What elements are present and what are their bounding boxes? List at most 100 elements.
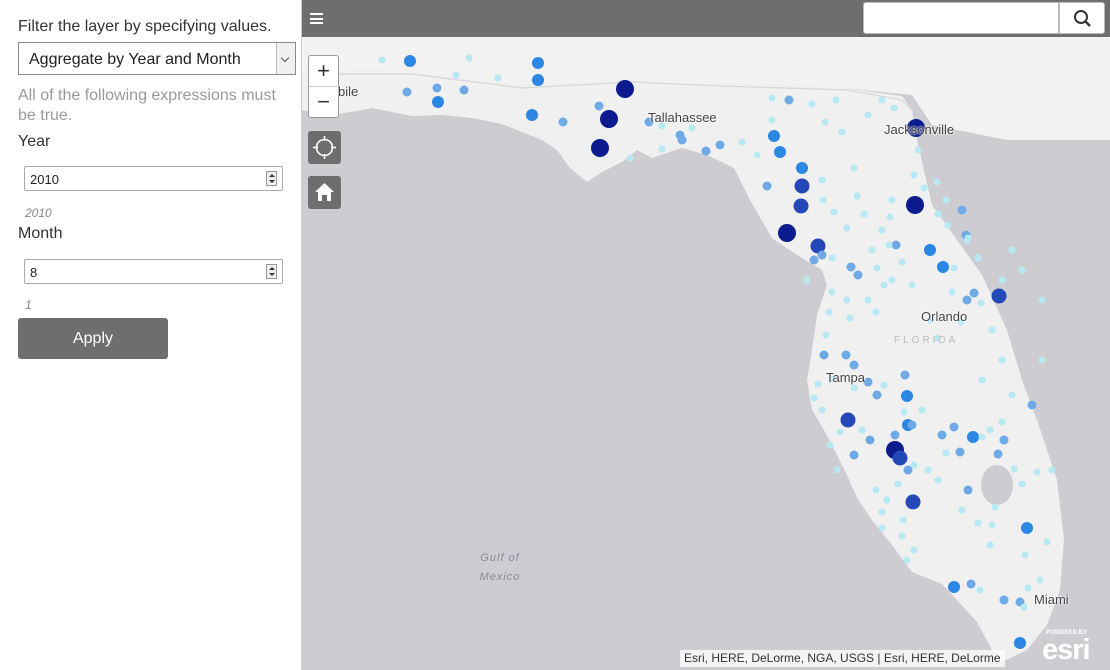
observation-point[interactable] xyxy=(850,164,858,172)
observation-point[interactable] xyxy=(796,162,808,174)
observation-point[interactable] xyxy=(830,208,838,216)
observation-point[interactable] xyxy=(1038,356,1046,364)
observation-point[interactable] xyxy=(658,145,666,153)
observation-point[interactable] xyxy=(701,146,711,156)
observation-point[interactable] xyxy=(402,87,412,97)
observation-point[interactable] xyxy=(978,433,986,441)
observation-point[interactable] xyxy=(942,196,950,204)
search-input[interactable] xyxy=(863,2,1059,34)
observation-point[interactable] xyxy=(821,118,829,126)
observation-point[interactable] xyxy=(1021,551,1029,559)
observation-point[interactable] xyxy=(948,581,960,593)
observation-point[interactable] xyxy=(900,370,910,380)
observation-point[interactable] xyxy=(858,426,866,434)
observation-point[interactable] xyxy=(846,262,856,272)
observation-point[interactable] xyxy=(878,508,886,516)
observation-point[interactable] xyxy=(977,299,985,307)
observation-point[interactable] xyxy=(924,466,932,474)
observation-point[interactable] xyxy=(920,184,928,192)
observation-point[interactable] xyxy=(898,258,906,266)
observation-point[interactable] xyxy=(1010,465,1018,473)
observation-point[interactable] xyxy=(828,288,836,296)
observation-point[interactable] xyxy=(957,205,967,215)
observation-point[interactable] xyxy=(840,412,856,428)
observation-point[interactable] xyxy=(978,376,986,384)
observation-point[interactable] xyxy=(976,586,984,594)
observation-point[interactable] xyxy=(991,503,999,511)
observation-point[interactable] xyxy=(808,100,816,108)
observation-point[interactable] xyxy=(892,450,908,466)
month-spinner[interactable] xyxy=(266,264,277,279)
observation-point[interactable] xyxy=(626,154,634,162)
observation-point[interactable] xyxy=(833,466,841,474)
observation-point[interactable] xyxy=(993,449,1003,459)
apply-button[interactable]: Apply xyxy=(18,318,168,359)
year-input[interactable]: 2010 xyxy=(24,166,283,191)
observation-point[interactable] xyxy=(860,210,868,218)
observation-point[interactable] xyxy=(998,418,1006,426)
observation-point[interactable] xyxy=(768,130,780,142)
observation-point[interactable] xyxy=(532,57,544,69)
observation-point[interactable] xyxy=(878,226,886,234)
home-button[interactable] xyxy=(308,176,341,209)
observation-point[interactable] xyxy=(910,461,918,469)
observation-point[interactable] xyxy=(825,308,833,316)
observation-point[interactable] xyxy=(494,74,502,82)
observation-point[interactable] xyxy=(918,406,926,414)
observation-point[interactable] xyxy=(1008,246,1016,254)
search-button[interactable] xyxy=(1059,2,1105,34)
observation-point[interactable] xyxy=(934,476,942,484)
observation-point[interactable] xyxy=(817,250,827,260)
observation-point[interactable] xyxy=(677,135,687,145)
observation-point[interactable] xyxy=(828,254,836,262)
observation-point[interactable] xyxy=(810,394,818,402)
observation-point[interactable] xyxy=(841,350,851,360)
observation-point[interactable] xyxy=(878,524,886,532)
observation-point[interactable] xyxy=(885,241,893,249)
observation-point[interactable] xyxy=(594,101,604,111)
observation-point[interactable] xyxy=(934,210,942,218)
observation-point[interactable] xyxy=(999,435,1009,445)
observation-point[interactable] xyxy=(768,94,776,102)
observation-point[interactable] xyxy=(784,95,794,105)
map-view[interactable]: + − bile Tallahassee Jacksonville Orland… xyxy=(302,0,1110,670)
observation-point[interactable] xyxy=(949,422,959,432)
observation-point[interactable] xyxy=(558,117,568,127)
observation-point[interactable] xyxy=(888,276,896,284)
observation-point[interactable] xyxy=(1018,480,1026,488)
observation-point[interactable] xyxy=(955,447,965,457)
observation-point[interactable] xyxy=(819,350,829,360)
observation-point[interactable] xyxy=(910,171,918,179)
observation-point[interactable] xyxy=(967,431,979,443)
observation-point[interactable] xyxy=(872,308,880,316)
observation-point[interactable] xyxy=(843,224,851,232)
observation-point[interactable] xyxy=(894,480,902,488)
observation-point[interactable] xyxy=(998,356,1006,364)
locate-button[interactable] xyxy=(308,131,341,164)
observation-point[interactable] xyxy=(905,494,921,510)
observation-point[interactable] xyxy=(933,178,941,186)
observation-point[interactable] xyxy=(1018,266,1026,274)
aggregate-select[interactable]: Aggregate by Year and Month xyxy=(18,42,296,75)
observation-point[interactable] xyxy=(880,281,888,289)
hamburger-icon[interactable] xyxy=(310,13,323,24)
observation-point[interactable] xyxy=(999,595,1009,605)
observation-point[interactable] xyxy=(883,496,891,504)
observation-point[interactable] xyxy=(942,449,950,457)
observation-point[interactable] xyxy=(886,213,894,221)
observation-point[interactable] xyxy=(872,390,882,400)
observation-point[interactable] xyxy=(873,264,881,272)
observation-point[interactable] xyxy=(903,556,911,564)
observation-point[interactable] xyxy=(688,124,696,132)
observation-point[interactable] xyxy=(526,109,538,121)
observation-point[interactable] xyxy=(803,276,811,284)
observation-point[interactable] xyxy=(991,288,1007,304)
month-input[interactable]: 8 xyxy=(24,259,283,284)
observation-point[interactable] xyxy=(774,146,786,158)
observation-point[interactable] xyxy=(891,240,901,250)
observation-point[interactable] xyxy=(901,390,913,402)
observation-point[interactable] xyxy=(962,295,972,305)
observation-point[interactable] xyxy=(906,196,924,214)
observation-point[interactable] xyxy=(378,56,386,64)
observation-point[interactable] xyxy=(974,254,982,262)
